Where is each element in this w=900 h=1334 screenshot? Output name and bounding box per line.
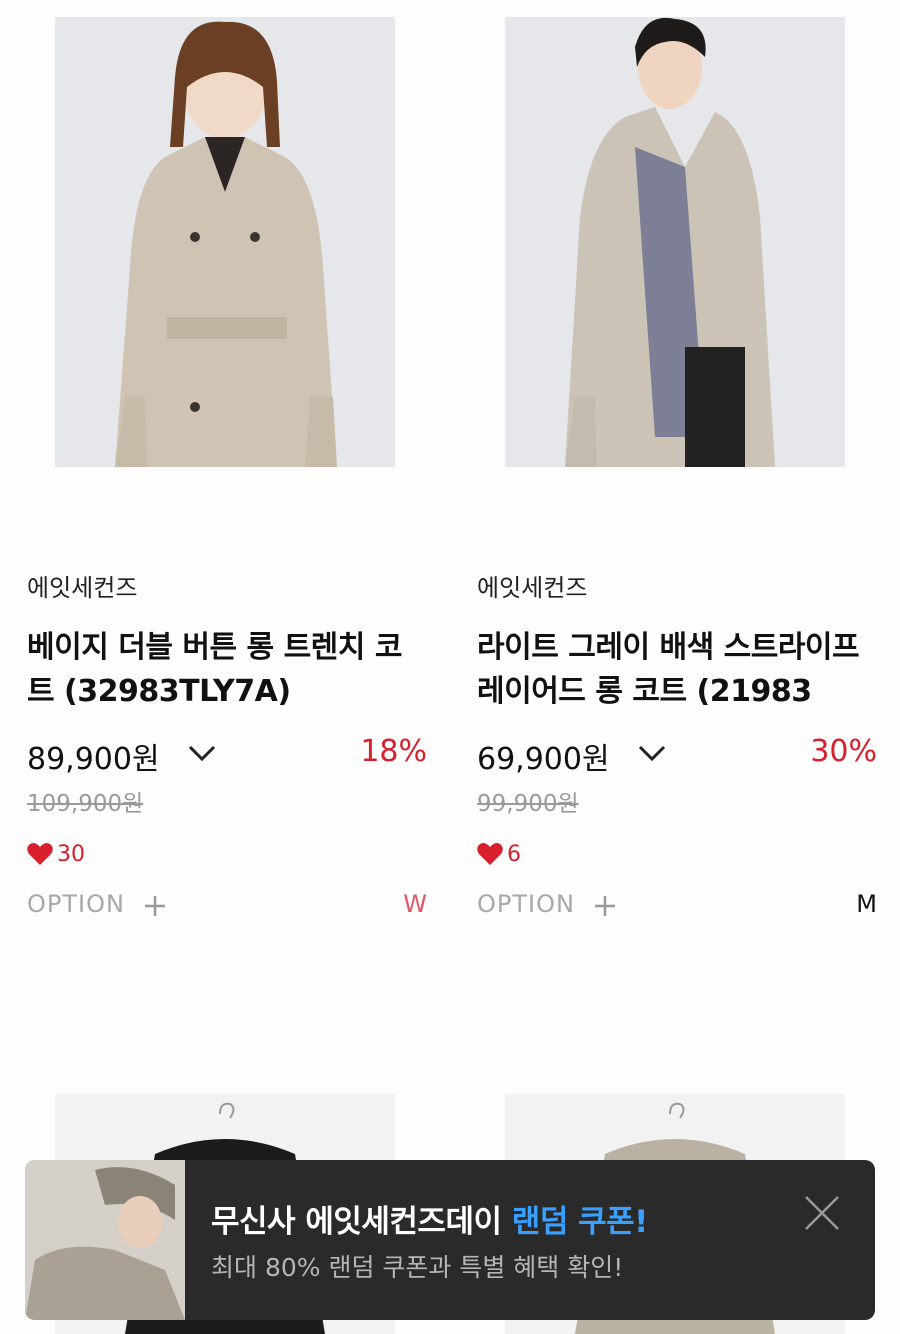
product-photo-woman-trench: [55, 17, 395, 467]
sale-price: 89,900원: [27, 742, 160, 777]
banner-subtitle: 최대 80% 랜덤 쿠폰과 특별 혜택 확인!: [211, 1253, 624, 1282]
option-label[interactable]: OPTION: [477, 890, 575, 918]
option-label[interactable]: OPTION: [27, 890, 125, 918]
chevron-down-icon[interactable]: [637, 742, 667, 764]
option-row: OPTION W: [27, 888, 427, 924]
price-row: 89,900원 18%: [27, 734, 427, 777]
banner-title: 무신사 에잇세컨즈데이 랜덤 쿠폰!: [211, 1196, 648, 1241]
plus-icon[interactable]: [593, 894, 617, 918]
product-image[interactable]: [55, 17, 395, 467]
like-button[interactable]: 30: [27, 840, 85, 868]
discount-rate: 30%: [810, 734, 877, 769]
product-photo-man-coat: [505, 17, 845, 467]
product-title[interactable]: 라이트 그레이 배색 스트라이프 레이어드 롱 코트 (21983: [477, 626, 877, 714]
discount-rate: 18%: [360, 734, 427, 769]
chevron-down-icon[interactable]: [187, 742, 217, 764]
price-row: 69,900원 30%: [477, 734, 877, 777]
banner-photo-model: [25, 1160, 185, 1320]
brand-name[interactable]: 에잇세컨즈: [477, 568, 587, 603]
like-count: 30: [57, 841, 85, 867]
gender-badge: M: [856, 890, 877, 918]
banner-title-highlight: 랜덤 쿠폰!: [511, 1204, 649, 1240]
heart-icon: [477, 843, 503, 865]
product-image[interactable]: [505, 17, 845, 467]
option-row: OPTION M: [477, 888, 877, 924]
sale-price: 69,900원: [477, 742, 610, 777]
close-icon[interactable]: [803, 1194, 841, 1232]
original-price: 99,900원: [477, 791, 579, 817]
gender-badge: W: [403, 890, 427, 918]
product-title[interactable]: 베이지 더블 버튼 롱 트렌치 코트 (32983TLY7A): [27, 626, 427, 714]
brand-name[interactable]: 에잇세컨즈: [27, 568, 137, 603]
banner-image: [25, 1160, 185, 1320]
like-count: 6: [507, 841, 521, 867]
heart-icon: [27, 843, 53, 865]
plus-icon[interactable]: [143, 894, 167, 918]
like-button[interactable]: 6: [477, 840, 521, 868]
original-price: 109,900원: [27, 791, 144, 817]
banner-title-main: 무신사 에잇세컨즈데이: [211, 1204, 512, 1240]
promo-banner[interactable]: 무신사 에잇세컨즈데이 랜덤 쿠폰! 최대 80% 랜덤 쿠폰과 특별 혜택 확…: [25, 1160, 875, 1320]
